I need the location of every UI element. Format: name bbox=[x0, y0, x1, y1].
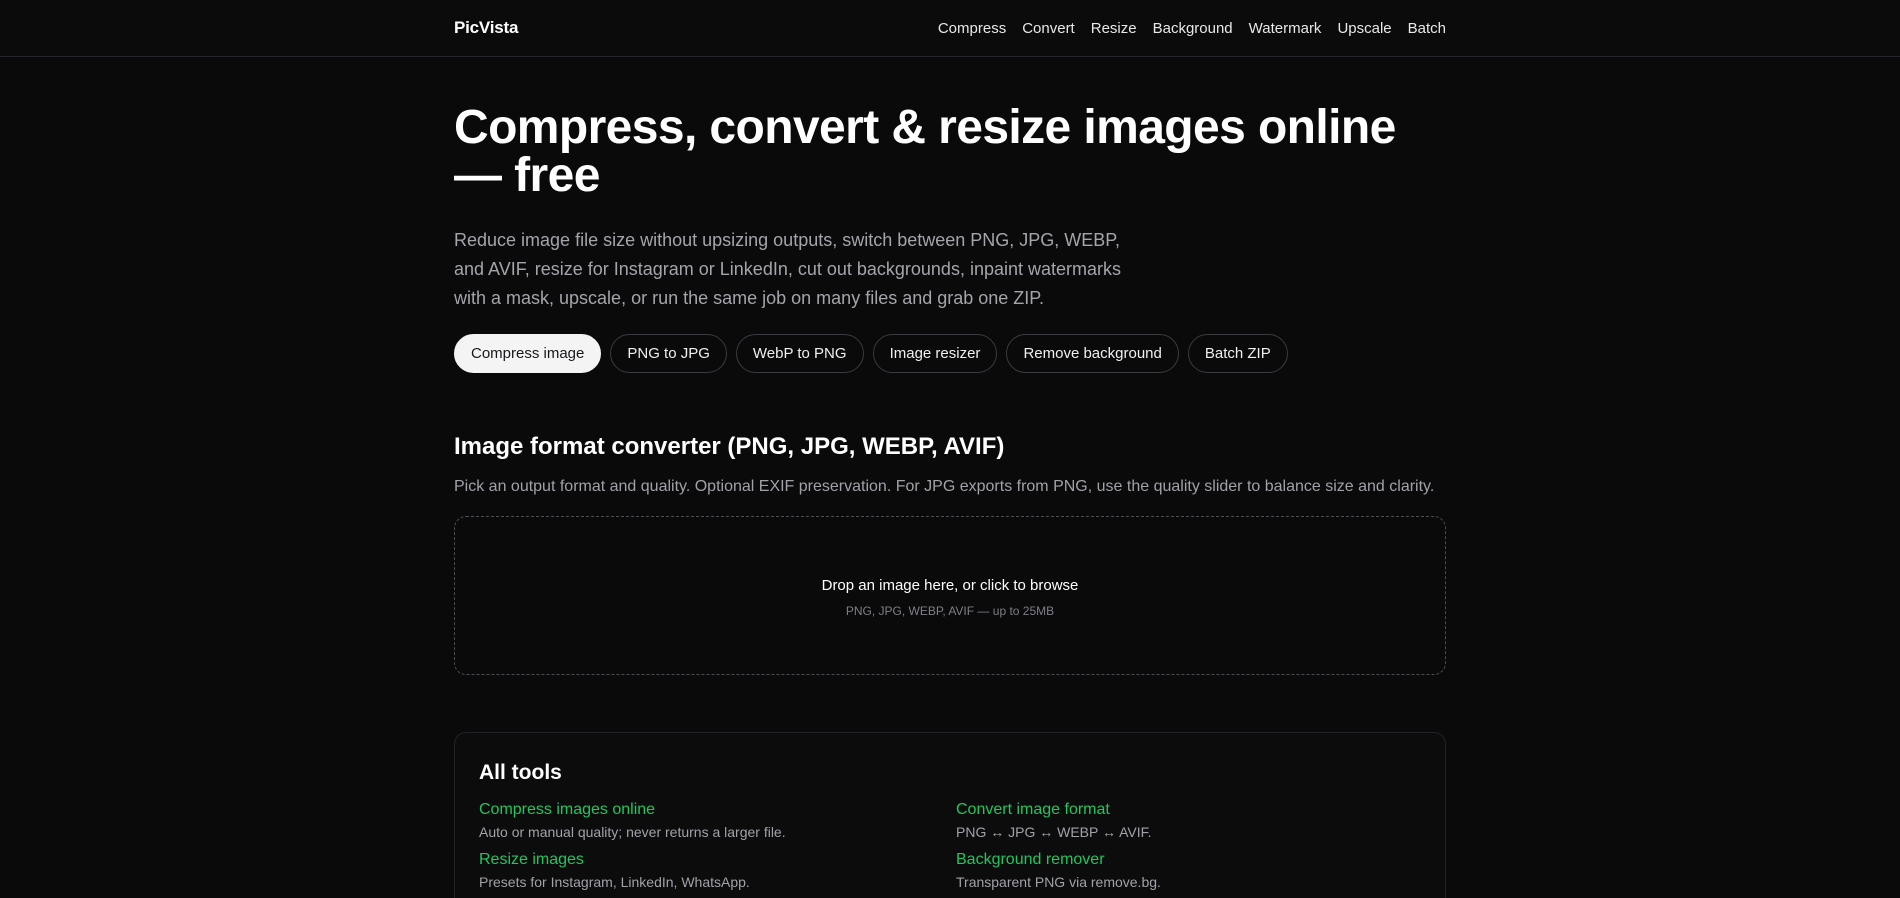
pill-png-to-jpg[interactable]: PNG to JPG bbox=[610, 334, 727, 373]
nav-watermark[interactable]: Watermark bbox=[1249, 20, 1322, 37]
tool-desc: Presets for Instagram, LinkedIn, WhatsAp… bbox=[479, 874, 750, 890]
tool-item: Background remover Transparent PNG via r… bbox=[956, 851, 1421, 890]
nav-convert[interactable]: Convert bbox=[1022, 20, 1075, 37]
main-content: Compress, convert & resize images online… bbox=[454, 104, 1446, 898]
tool-link-resize[interactable]: Resize images bbox=[479, 851, 584, 869]
pill-compress-image[interactable]: Compress image bbox=[454, 334, 602, 373]
tools-grid: Compress images online Auto or manual qu… bbox=[479, 801, 1421, 890]
tool-link-convert[interactable]: Convert image format bbox=[956, 801, 1110, 819]
quick-actions: Compress image PNG to JPG WebP to PNG Im… bbox=[454, 334, 1446, 373]
tool-link-compress[interactable]: Compress images online bbox=[479, 801, 655, 819]
nav-background[interactable]: Background bbox=[1153, 20, 1233, 37]
tool-link-background[interactable]: Background remover bbox=[956, 851, 1105, 869]
tool-desc: PNG ↔ JPG ↔ WEBP ↔ AVIF. bbox=[956, 824, 1152, 840]
main-nav: Compress Convert Resize Background Water… bbox=[938, 20, 1446, 37]
tool-desc: Auto or manual quality; never returns a … bbox=[479, 824, 786, 840]
pill-image-resizer[interactable]: Image resizer bbox=[872, 334, 998, 373]
nav-batch[interactable]: Batch bbox=[1408, 20, 1446, 37]
dropzone-hint: PNG, JPG, WEBP, AVIF — up to 25MB bbox=[845, 604, 1055, 618]
all-tools-title: All tools bbox=[479, 761, 562, 784]
brand-logo[interactable]: PicVista bbox=[454, 18, 518, 38]
pill-batch-zip[interactable]: Batch ZIP bbox=[1187, 334, 1288, 373]
navbar-container: PicVista Compress Convert Resize Backgro… bbox=[454, 0, 1446, 56]
image-dropzone[interactable]: Drop an image here, or click to browse P… bbox=[454, 516, 1446, 675]
tool-item: Convert image format PNG ↔ JPG ↔ WEBP ↔ … bbox=[956, 801, 1421, 840]
pill-remove-background[interactable]: Remove background bbox=[1006, 334, 1179, 373]
nav-compress[interactable]: Compress bbox=[938, 20, 1006, 37]
tool-item: Resize images Presets for Instagram, Lin… bbox=[479, 851, 956, 890]
dropzone-label: Drop an image here, or click to browse bbox=[821, 577, 1079, 594]
top-navbar: PicVista Compress Convert Resize Backgro… bbox=[0, 0, 1900, 57]
all-tools-card: All tools Compress images online Auto or… bbox=[454, 732, 1446, 898]
hero-title: Compress, convert & resize images online… bbox=[454, 101, 1396, 202]
nav-upscale[interactable]: Upscale bbox=[1337, 20, 1391, 37]
nav-resize[interactable]: Resize bbox=[1091, 20, 1137, 37]
hero-subtitle: Reduce image file size without upsizing … bbox=[454, 230, 1122, 308]
converter-description: Pick an output format and quality. Optio… bbox=[454, 478, 1435, 495]
tool-desc: Transparent PNG via remove.bg. bbox=[956, 874, 1161, 890]
converter-title: Image format converter (PNG, JPG, WEBP, … bbox=[454, 433, 1005, 460]
tool-item: Compress images online Auto or manual qu… bbox=[479, 801, 956, 840]
pill-webp-to-png[interactable]: WebP to PNG bbox=[735, 334, 864, 373]
